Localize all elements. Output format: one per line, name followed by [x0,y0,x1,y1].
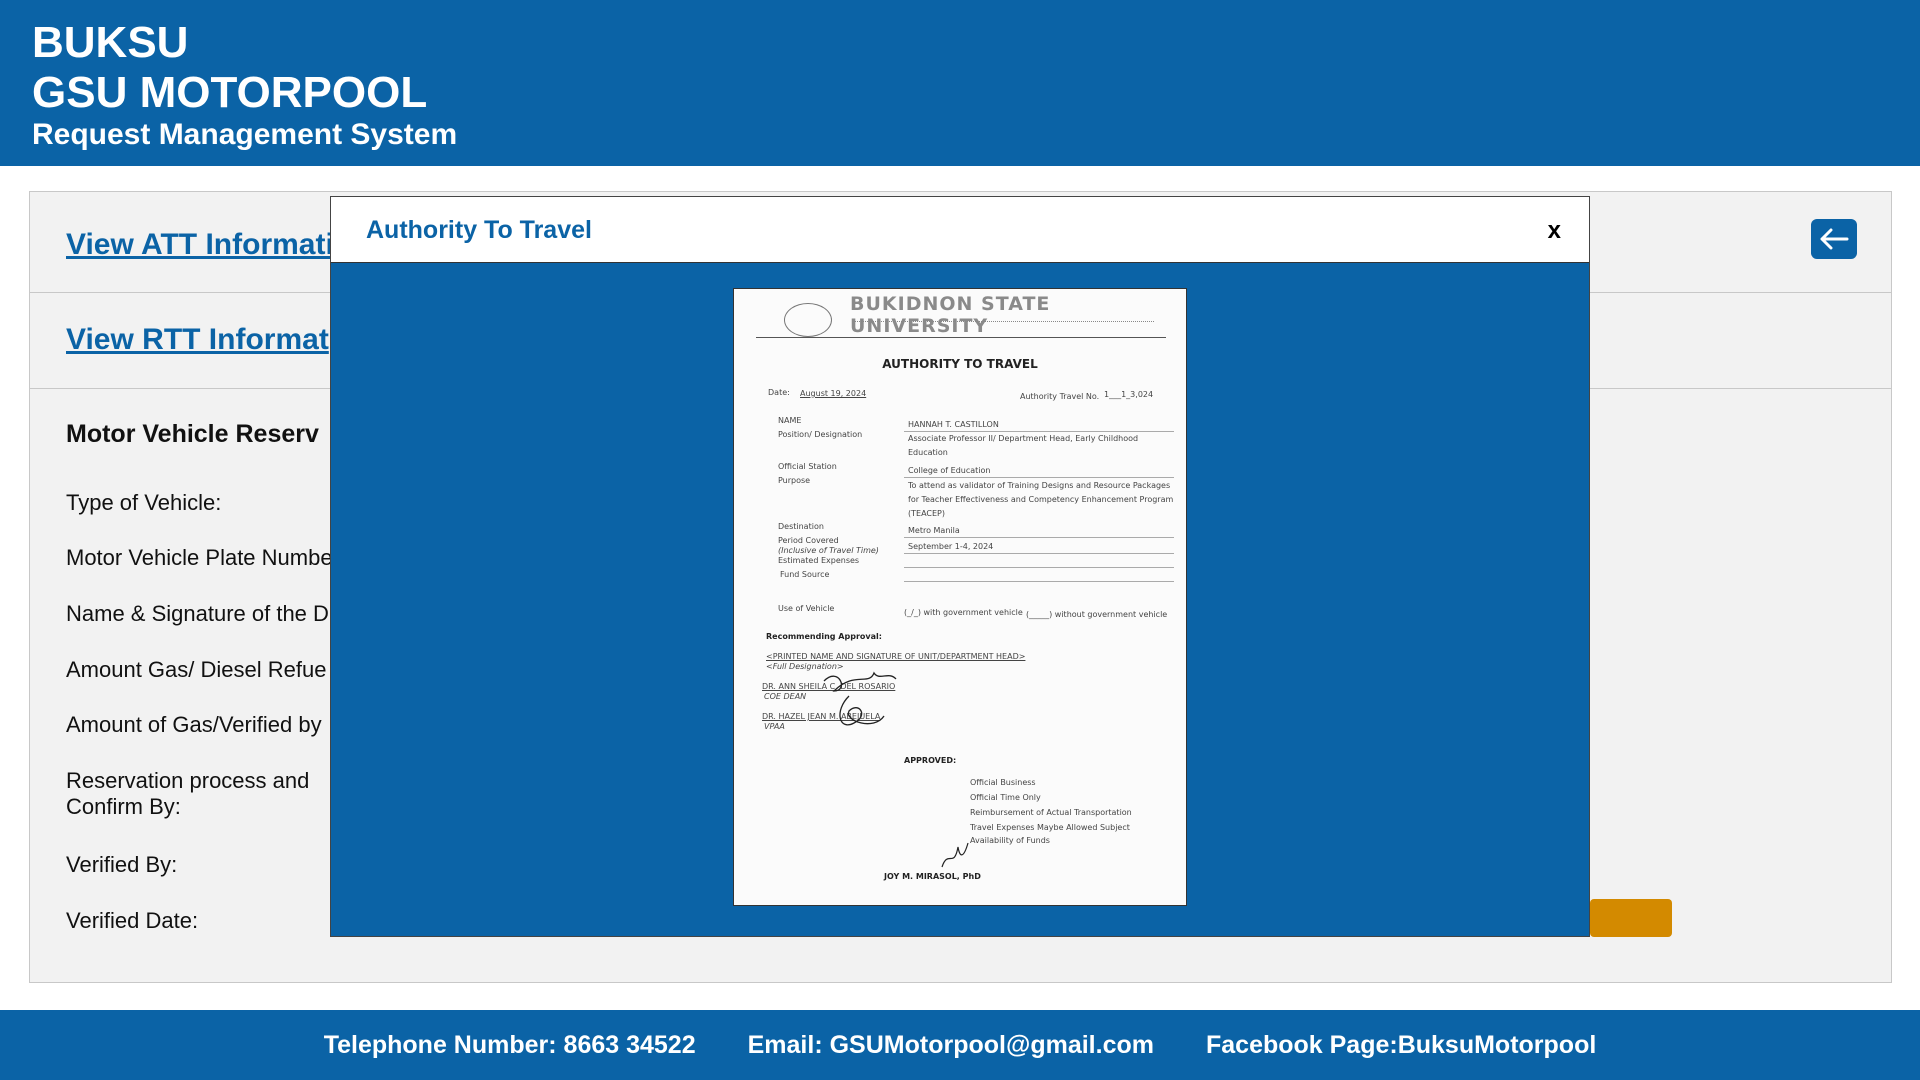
action-button[interactable] [1590,899,1672,937]
footer-facebook: Facebook Page:BuksuMotorpool [1205,1030,1597,1059]
doc-option-1: Official Business [970,778,1036,787]
site-header: BUKSU GSU MOTORPOOL Request Management S… [0,0,1920,166]
back-button[interactable] [1811,219,1857,259]
doc-purpose-label: Purpose [778,476,811,485]
doc-position-value-2: Education [908,448,948,457]
doc-heading: AUTHORITY TO TRAVEL [882,357,1038,371]
doc-travel-no-value: 1___1_3,024 [1104,390,1154,399]
doc-position-label: Position/ Designation [778,430,863,439]
doc-name-label: NAME [778,416,802,425]
field-refuel-amount: Amount Gas/ Diesel Refue [66,657,327,682]
doc-destination-value: Metro Manila [908,526,960,535]
modal-title: Authority To Travel [366,216,592,244]
view-rtt-link[interactable]: View RTT Informat [66,323,329,357]
brand-tagline: Request Management System [32,118,458,151]
doc-header-rule [756,337,1166,338]
doc-vehicle-label: Use of Vehicle [778,604,835,613]
doc-destination-label: Destination [778,522,824,531]
doc-date-value: August 19, 2024 [800,389,867,398]
doc-option-4: Travel Expenses Maybe Allowed Subject [970,823,1130,832]
university-seal [784,303,832,337]
doc-vpaa-title: VPAA [764,722,785,731]
close-button[interactable]: x [1548,217,1561,245]
site-footer: Telephone Number: 8663 34522 Email: GSUM… [0,1010,1920,1080]
doc-dean-title: COE DEAN [764,692,807,701]
doc-approver-name: JOY M. MIRASOL, PhD [884,872,981,881]
doc-name-value: HANNAH T. CASTILLON [908,420,999,429]
doc-position-value-1: Associate Professor II/ Department Head,… [908,434,1139,443]
doc-contact-line [854,321,1154,329]
doc-purpose-value-3: (TEACEP) [908,509,945,518]
doc-option-2: Official Time Only [970,793,1041,802]
approver-signature-mark [941,842,969,868]
doc-line [904,477,1174,478]
field-reservation-line2: Confirm By: [66,794,181,819]
doc-station-value: College of Education [908,466,991,475]
doc-station-label: Official Station [778,462,837,471]
att-modal: Authority To Travel x BUKIDNON STATE UNI… [330,196,1590,937]
doc-line [904,581,1174,582]
doc-purpose-value-1: To attend as validator of Training Desig… [908,481,1171,490]
doc-option-3: Reimbursement of Actual Transportation [970,808,1132,817]
doc-vehicle-without: (_____) without government vehicle [1026,610,1168,619]
signature-mark [823,671,897,726]
view-att-link[interactable]: View ATT Informati [66,228,334,262]
doc-fund-label: Fund Source [780,570,830,579]
modal-header: Authority To Travel x [331,197,1589,263]
field-plate-number: Motor Vehicle Plate Numbe [66,545,333,570]
field-verified-date: Verified Date: [66,908,199,933]
section-title: Motor Vehicle Reserv [66,420,319,448]
doc-purpose-value-2: for Teacher Effectiveness and Competency… [908,495,1174,504]
doc-date-label: Date: [768,388,790,397]
doc-university: BUKIDNON STATE UNIVERSITY [850,293,1051,337]
doc-period-value: September 1-4, 2024 [908,542,994,551]
footer-phone: Telephone Number: 8663 34522 [323,1030,696,1059]
doc-line [904,537,1174,538]
doc-vehicle-with: (_/_) with government vehicle [904,608,1023,617]
field-type-of-vehicle: Type of Vehicle: [66,490,222,515]
doc-line [904,431,1174,432]
brand-subtitle: GSU MOTORPOOL [32,68,428,117]
field-gas-verified: Amount of Gas/Verified by [66,712,322,737]
arrow-left-icon [1820,228,1849,250]
doc-approved-label: APPROVED: [904,756,957,765]
doc-recommending-label: Recommending Approval: [766,632,882,641]
doc-expenses-label: Estimated Expenses [778,556,860,565]
field-driver-signature: Name & Signature of the D [66,601,329,626]
doc-line [904,553,1174,554]
doc-travel-no-label: Authority Travel No. [1020,392,1100,401]
field-verified-by: Verified By: [66,852,178,877]
footer-email: Email: GSUMotorpool@gmail.com [747,1030,1154,1059]
field-reservation-line1: Reservation process and [66,768,310,793]
doc-option-5: Availability of Funds [970,836,1050,845]
brand-title: BUKSU [32,18,189,67]
doc-line [904,567,1174,568]
att-document-image: BUKIDNON STATE UNIVERSITY AUTHORITY TO T… [733,288,1187,906]
